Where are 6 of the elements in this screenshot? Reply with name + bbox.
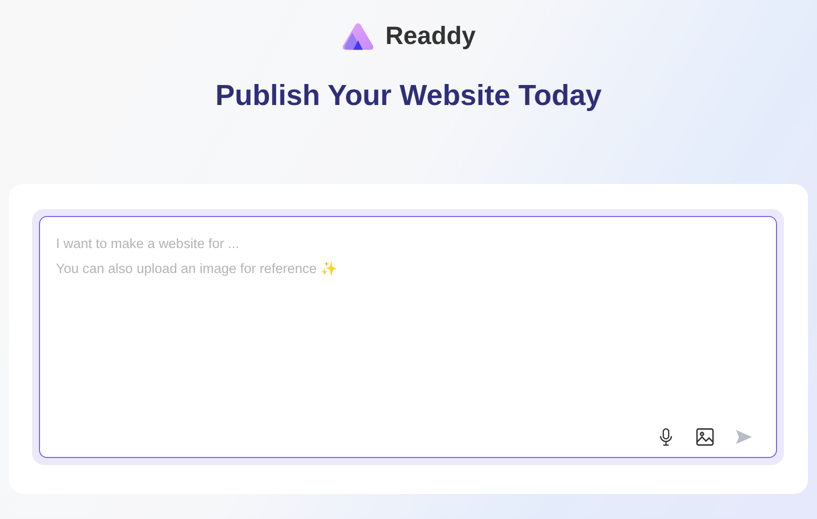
prompt-field[interactable]: I want to make a website for ... You can also upload an image for reference ✨ xyxy=(39,216,777,458)
headline: Publish Your Website Today xyxy=(215,80,602,113)
brand-name: Readdy xyxy=(385,22,476,50)
logo-icon xyxy=(341,20,376,52)
microphone-icon[interactable] xyxy=(657,428,675,446)
image-icon[interactable] xyxy=(696,428,714,446)
